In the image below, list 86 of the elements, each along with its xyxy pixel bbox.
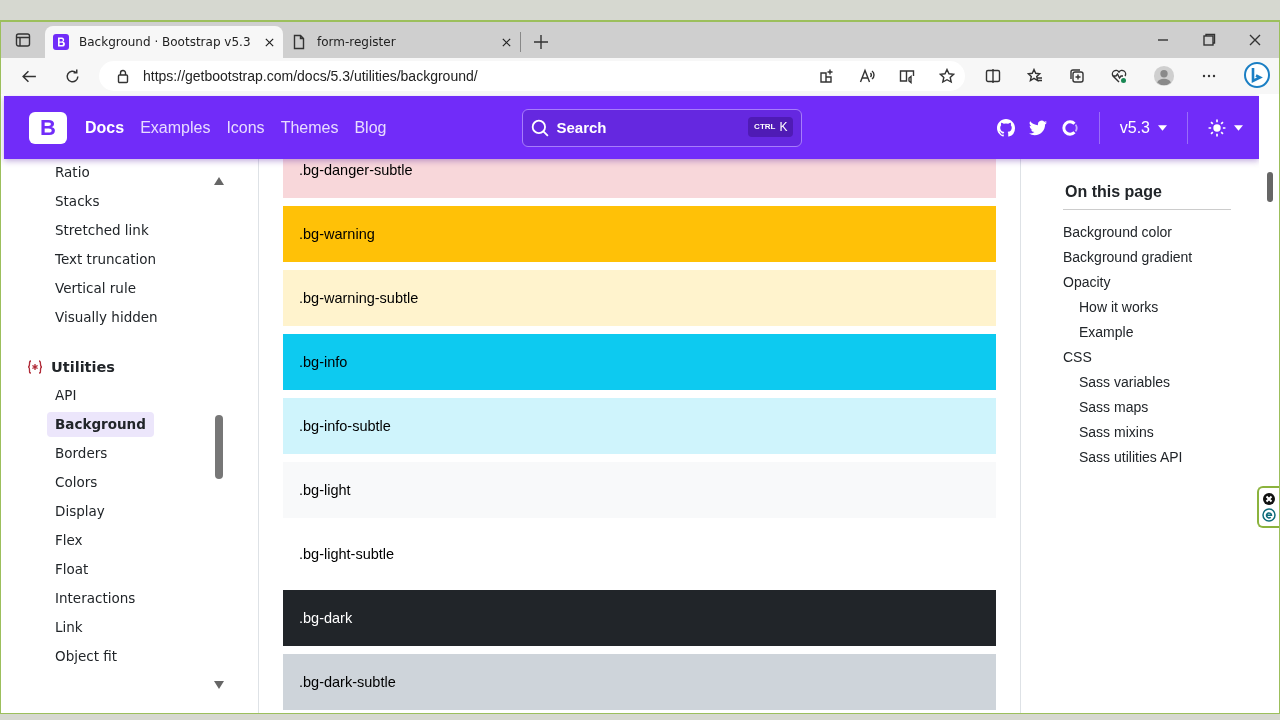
class-name: .bg-light-subtle (299, 546, 395, 562)
sidebar-link[interactable]: Ratio (47, 159, 98, 187)
sidebar-link[interactable]: Display (47, 497, 113, 526)
sidebar-link[interactable]: Stretched link (47, 216, 157, 245)
heart-pulse-icon[interactable] (1111, 68, 1127, 84)
sidebar-link[interactable]: API (47, 381, 85, 410)
toc-link[interactable]: Sass variables (1063, 370, 1259, 395)
close-icon[interactable] (264, 36, 275, 48)
sidebar-link[interactable]: Flex (47, 526, 91, 555)
circle-e-icon[interactable] (1262, 508, 1276, 522)
sidebar-scrollbar[interactable] (214, 177, 224, 689)
extension-panel[interactable] (1257, 486, 1279, 528)
copilot-icon[interactable] (1243, 62, 1271, 90)
toc-link[interactable]: CSS (1063, 345, 1259, 370)
new-tab-icon[interactable] (533, 34, 549, 50)
close-icon[interactable] (1262, 492, 1276, 506)
scroll-up-icon[interactable] (214, 177, 224, 185)
sidebar-link[interactable]: Vertical rule (47, 274, 144, 303)
favorites-icon[interactable] (1027, 68, 1043, 84)
tab-actions-icon[interactable] (15, 32, 31, 48)
caret-icon (1158, 124, 1167, 131)
apps-icon[interactable] (819, 68, 835, 84)
lock-icon (115, 68, 131, 84)
toc-title: On this page (1063, 183, 1231, 210)
toc-link[interactable]: Background color (1063, 220, 1259, 245)
toc-link[interactable]: Example (1063, 320, 1259, 345)
shortcut-key: CTRL K (748, 116, 794, 137)
braces-asterisk-icon (27, 358, 43, 375)
open-collective-icon[interactable] (1060, 118, 1079, 137)
bootstrap-logo[interactable]: B (29, 111, 67, 144)
sidebar-link[interactable]: Link (47, 613, 91, 642)
tab-title: Background · Bootstrap v5.3 (79, 35, 252, 49)
toc-link[interactable]: Opacity (1063, 270, 1259, 295)
close-icon[interactable] (501, 36, 512, 48)
collections-icon[interactable] (1069, 68, 1085, 84)
toc-link[interactable]: How it works (1063, 295, 1259, 320)
class-name: .bg-info (299, 354, 348, 370)
toc-link[interactable]: Sass maps (1063, 395, 1259, 420)
theme-toggle[interactable] (1208, 118, 1243, 137)
document-icon (291, 34, 307, 50)
class-name: .bg-dark-subtle (299, 674, 396, 690)
split-screen-icon[interactable] (985, 68, 1001, 84)
toc-link[interactable]: Sass mixins (1063, 420, 1259, 445)
class-name: .bg-danger-subtle (299, 162, 413, 178)
browser-tab[interactable]: Background · Bootstrap v5.3 (45, 26, 283, 58)
sidebar-link[interactable]: Stacks (47, 187, 108, 216)
scroll-down-icon[interactable] (214, 681, 224, 689)
class-name: .bg-info-subtle (299, 418, 391, 434)
sidebar-link[interactable]: Colors (47, 468, 106, 497)
github-icon[interactable] (996, 118, 1015, 137)
scrollbar-thumb[interactable] (215, 415, 223, 479)
reader-view-icon[interactable] (899, 68, 915, 84)
toc-link[interactable]: Sass utilities API (1063, 445, 1259, 470)
nav-link[interactable]: Examples (140, 118, 211, 137)
browser-tab[interactable]: form-register (283, 32, 521, 52)
nav-link[interactable]: Icons (226, 118, 265, 137)
sidebar-link[interactable]: Borders (47, 439, 116, 468)
sun-icon (1208, 118, 1226, 137)
nav-link[interactable]: Blog (354, 118, 387, 137)
address-field[interactable]: https://getbootstrap.com/docs/5.3/utilities/background/ (99, 61, 965, 91)
sidebar-link[interactable]: Interactions (47, 584, 144, 613)
close-icon[interactable] (1247, 32, 1263, 48)
twitter-icon[interactable] (1028, 118, 1047, 137)
nav-link[interactable]: Docs (85, 118, 125, 137)
tab-title: form-register (317, 35, 397, 49)
sidebar-link[interactable]: Background (47, 412, 154, 437)
class-name: .bg-warning-subtle (299, 290, 419, 306)
class-name: .bg-warning (299, 226, 375, 242)
bootstrap-icon (53, 34, 69, 50)
class-name: .bg-light (299, 482, 351, 498)
sidebar-link[interactable]: Float (47, 555, 97, 584)
sidebar-link[interactable]: Visually hidden (47, 303, 166, 332)
caret-icon (1234, 124, 1243, 131)
read-aloud-icon[interactable] (859, 68, 875, 84)
star-icon[interactable] (939, 68, 955, 84)
sidebar-heading: Utilities (51, 358, 115, 375)
version-dropdown[interactable]: v5.3 (1119, 118, 1167, 137)
toc-link[interactable]: Background gradient (1063, 245, 1259, 270)
search-icon (531, 118, 550, 137)
refresh-icon[interactable] (64, 67, 81, 85)
class-name: .bg-dark (299, 610, 353, 626)
profile-icon[interactable] (1153, 65, 1175, 87)
nav-link[interactable]: Themes (280, 118, 339, 137)
sidebar-link[interactable]: Text truncation (47, 245, 165, 274)
sidebar-link[interactable]: Object fit (47, 642, 126, 671)
restore-icon[interactable] (1201, 32, 1217, 48)
